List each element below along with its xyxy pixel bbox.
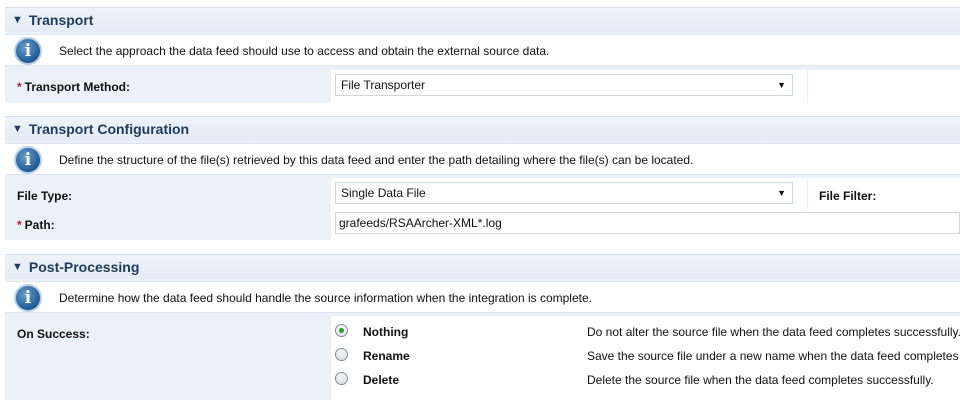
- input-value: grafeeds/RSAArcher-XML*.log: [339, 216, 502, 230]
- file-filter-label: File Filter:: [819, 189, 877, 203]
- chevron-down-icon: ▼: [777, 188, 786, 198]
- section-title: Transport Configuration: [28, 121, 190, 137]
- option-label-nothing[interactable]: Nothing: [363, 325, 408, 339]
- label-text: Transport Method:: [24, 80, 130, 94]
- select-value: Single Data File: [341, 186, 426, 200]
- radio-rename[interactable]: [335, 348, 348, 361]
- transport-method-label: * Transport Method:: [17, 80, 130, 94]
- transport-body: i Select the approach the data feed shou…: [5, 32, 960, 103]
- info-row: i Define the structure of the file(s) re…: [5, 143, 960, 175]
- info-text: Define the structure of the file(s) retr…: [59, 153, 694, 167]
- radio-nothing[interactable]: [335, 324, 348, 337]
- required-marker: *: [17, 80, 22, 94]
- path-input[interactable]: grafeeds/RSAArcher-XML*.log: [335, 212, 960, 234]
- info-icon: i: [14, 146, 42, 174]
- path-label: * Path:: [17, 218, 55, 232]
- post-processing-header[interactable]: ▼ Post-Processing: [5, 254, 960, 279]
- config-body: i Define the structure of the file(s) re…: [5, 141, 960, 240]
- info-icon: i: [14, 284, 42, 312]
- section-title: Post-Processing: [28, 259, 140, 275]
- file-type-label: File Type:: [17, 189, 73, 203]
- chevron-down-icon: ▼: [777, 80, 786, 90]
- label-text: Path:: [24, 218, 55, 232]
- transport-section: ▼ Transport i Select the approach the da…: [5, 7, 960, 103]
- info-text: Select the approach the data feed should…: [59, 44, 550, 58]
- config-header[interactable]: ▼ Transport Configuration: [5, 116, 960, 141]
- option-desc-delete: Delete the source file when the data fee…: [587, 373, 934, 387]
- info-icon: i: [14, 37, 42, 65]
- section-title: Transport: [28, 12, 94, 28]
- transport-header[interactable]: ▼ Transport: [5, 7, 960, 32]
- collapse-icon[interactable]: ▼: [12, 123, 23, 135]
- info-row: i Select the approach the data feed shou…: [5, 34, 960, 66]
- option-desc-nothing: Do not alter the source file when the da…: [587, 325, 960, 339]
- collapse-icon[interactable]: ▼: [12, 261, 23, 273]
- option-label-rename[interactable]: Rename: [363, 349, 410, 363]
- info-row: i Determine how the data feed should han…: [5, 281, 960, 313]
- collapse-icon[interactable]: ▼: [12, 14, 23, 26]
- empty-cell: [808, 70, 960, 103]
- transport-method-select[interactable]: File Transporter ▼: [335, 74, 793, 96]
- select-value: File Transporter: [341, 78, 426, 92]
- config-section: ▼ Transport Configuration i Define the s…: [5, 116, 960, 240]
- post-processing-section: ▼ Post-Processing i Determine how the da…: [5, 254, 960, 400]
- option-label-delete[interactable]: Delete: [363, 373, 399, 387]
- radio-delete[interactable]: [335, 372, 348, 385]
- file-type-select[interactable]: Single Data File ▼: [335, 182, 793, 204]
- on-success-label: On Success:: [17, 327, 90, 341]
- post-processing-body: i Determine how the data feed should han…: [5, 279, 960, 400]
- required-marker: *: [17, 218, 22, 232]
- option-desc-rename: Save the source file under a new name wh…: [587, 349, 959, 363]
- info-text: Determine how the data feed should handl…: [59, 291, 592, 305]
